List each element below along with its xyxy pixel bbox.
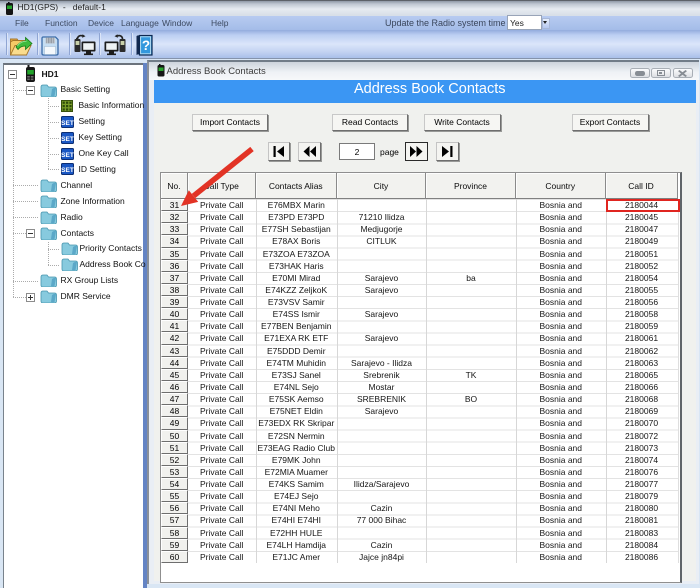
svg-text:SET: SET <box>61 119 74 126</box>
svg-text:SET: SET <box>61 151 74 158</box>
svg-text:SET: SET <box>61 135 74 142</box>
svg-text:?: ? <box>142 38 150 53</box>
svg-text:SET: SET <box>61 167 74 174</box>
